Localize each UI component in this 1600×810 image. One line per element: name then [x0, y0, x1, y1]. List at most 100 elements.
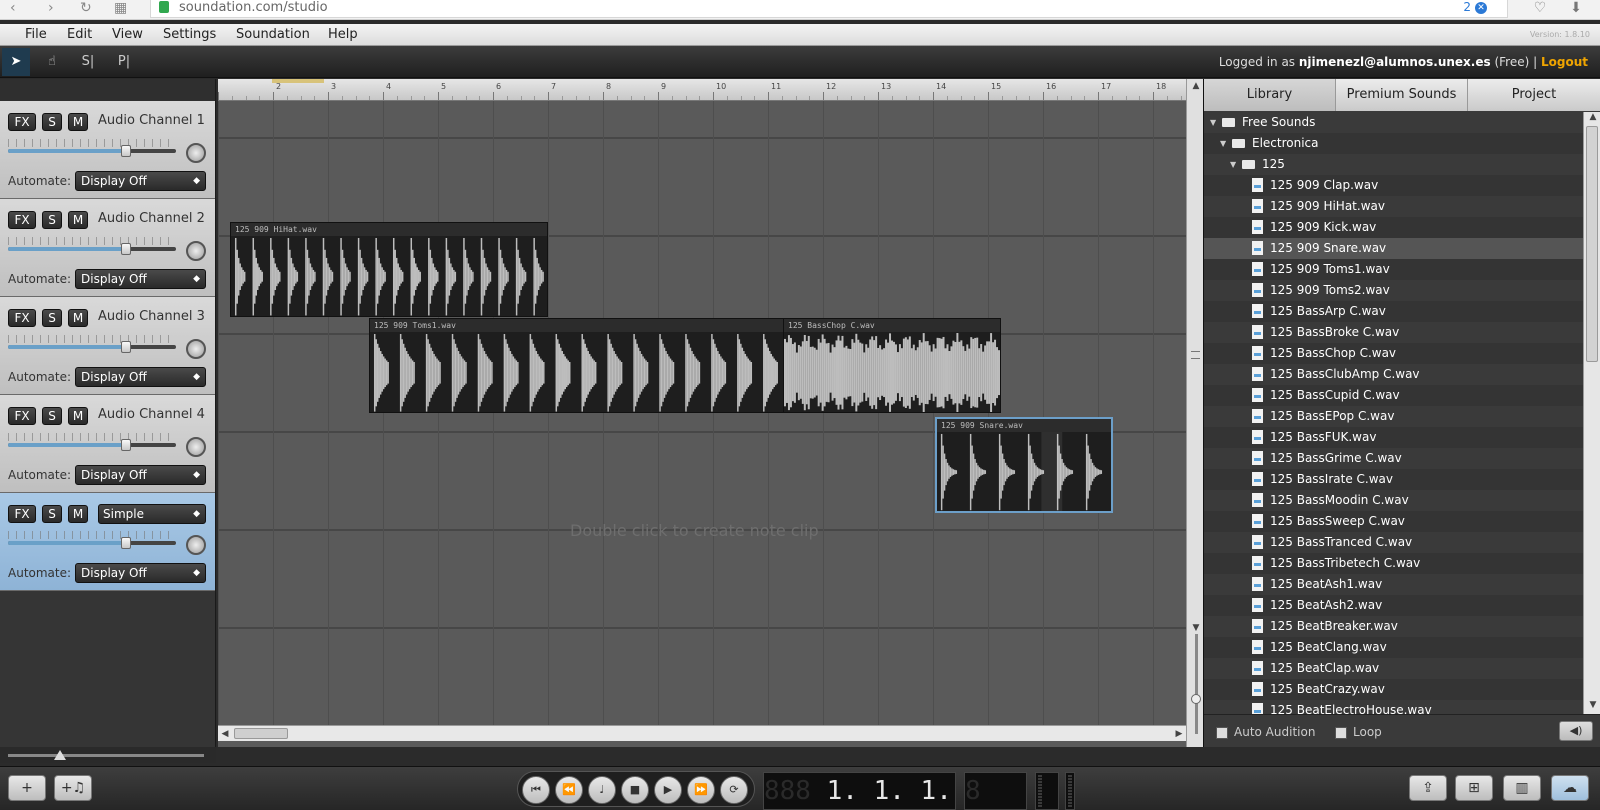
play-icon[interactable]: ▶ — [654, 776, 682, 804]
pan-knob-icon[interactable] — [186, 143, 206, 163]
library-file-item[interactable]: 125 BeatAsh2.wav — [1204, 595, 1583, 616]
bookmark-heart-icon[interactable]: ♡ — [1526, 0, 1554, 18]
address-bar[interactable]: soundation.com/studio 2 ✕ — [150, 0, 1508, 18]
channel-row[interactable]: FX S M Audio Channel 1 Automate: Display… — [0, 101, 215, 199]
menu-help[interactable]: Help — [328, 27, 358, 42]
download-icon[interactable]: ⬇ — [1562, 0, 1590, 18]
instrument-select[interactable]: Simple ◆ — [98, 504, 206, 524]
channel-name[interactable]: Audio Channel 2 — [98, 211, 205, 226]
channel-row[interactable]: FX S M Audio Channel 2 Automate: Display… — [0, 199, 215, 297]
fast-forward-icon[interactable]: ⏩ — [687, 776, 715, 804]
scroll-thumb[interactable] — [234, 728, 288, 739]
solo-button[interactable]: S — [42, 505, 62, 523]
library-file-item[interactable]: 125 BeatElectroHouse.wav — [1204, 700, 1583, 714]
pan-knob-icon[interactable] — [186, 437, 206, 457]
library-file-item[interactable]: 125 BeatBreaker.wav — [1204, 616, 1583, 637]
mute-button[interactable]: M — [68, 407, 88, 425]
fx-button[interactable]: FX — [8, 309, 36, 327]
track-area[interactable]: 125 909 HiHat.wav 125 909 Toms1.wav 125 … — [218, 101, 1186, 725]
volume-slider[interactable] — [8, 149, 176, 153]
library-file-item[interactable]: 125 909 Clap.wav — [1204, 175, 1583, 196]
library-file-item[interactable]: 125 BassFUK.wav — [1204, 427, 1583, 448]
add-instrument-button[interactable]: +♫ — [54, 775, 92, 801]
automate-select[interactable]: Display Off ◆ — [75, 171, 206, 191]
solo-button[interactable]: S — [42, 211, 62, 229]
rewind-icon[interactable]: ⏪ — [555, 776, 583, 804]
track-height-slider[interactable] — [1191, 634, 1201, 734]
library-file-item[interactable]: 125 BeatAsh1.wav — [1204, 574, 1583, 595]
library-file-item[interactable]: 125 BeatClap.wav — [1204, 658, 1583, 679]
mute-button[interactable]: M — [68, 113, 88, 131]
menu-view[interactable]: View — [112, 27, 143, 42]
fx-button[interactable]: FX — [8, 407, 36, 425]
library-file-item[interactable]: 125 BeatClang.wav — [1204, 637, 1583, 658]
reload-icon[interactable]: ↻ — [80, 0, 92, 16]
scroll-right-icon[interactable]: ▶ — [1172, 726, 1186, 742]
height-thumb[interactable] — [1191, 694, 1201, 704]
audio-clip[interactable]: 125 909 HiHat.wav — [230, 222, 548, 317]
volume-thumb[interactable] — [120, 341, 131, 353]
expand-caret-icon[interactable]: ▼ — [1220, 133, 1226, 154]
library-file-item[interactable]: 125 BassChop C.wav — [1204, 343, 1583, 364]
library-file-item[interactable]: 125 BassTranced C.wav — [1204, 532, 1583, 553]
extension-icon[interactable]: ✕ — [1475, 2, 1487, 14]
mute-button[interactable]: M — [68, 309, 88, 327]
keyboard-icon[interactable]: ▥ — [1503, 775, 1541, 801]
hand-tool-icon[interactable]: ☝ — [38, 48, 66, 76]
volume-thumb[interactable] — [120, 145, 131, 157]
library-file-item[interactable]: 125 BassIrate C.wav — [1204, 469, 1583, 490]
channel-name[interactable]: Audio Channel 4 — [98, 407, 205, 422]
library-file-item[interactable]: 125 BassSweep C.wav — [1204, 511, 1583, 532]
menu-soundation[interactable]: Soundation — [236, 27, 310, 42]
automate-select[interactable]: Display Off ◆ — [75, 563, 206, 583]
automate-select[interactable]: Display Off ◆ — [75, 465, 206, 485]
solo-button[interactable]: S — [42, 407, 62, 425]
menu-settings[interactable]: Settings — [163, 27, 216, 42]
scroll-left-icon[interactable]: ◀ — [218, 726, 232, 742]
fx-button[interactable]: FX — [8, 505, 36, 523]
loop-checkbox[interactable] — [1335, 727, 1347, 739]
scroll-grip-icon[interactable] — [1191, 351, 1200, 359]
menu-file[interactable]: File — [25, 27, 47, 42]
channel-row[interactable]: FX S M Simple ◆ Automate: Display Off ◆ — [0, 493, 215, 591]
paste-tool-icon[interactable]: P| — [110, 48, 138, 76]
stop-icon[interactable]: ■ — [621, 776, 649, 804]
metronome-icon[interactable]: ♩ — [588, 776, 616, 804]
volume-slider[interactable] — [8, 247, 176, 251]
audio-clip[interactable]: 125 909 Toms1.wav — [369, 318, 786, 413]
apps-grid-icon[interactable]: ▦ — [114, 0, 127, 16]
tempo-display[interactable]: 8 125 — [964, 772, 1027, 810]
add-channel-button[interactable]: + — [8, 775, 46, 801]
channel-row[interactable]: FX S M Audio Channel 4 Automate: Display… — [0, 395, 215, 493]
pointer-tool-icon[interactable]: ➤ — [2, 48, 30, 76]
volume-thumb[interactable] — [120, 243, 131, 255]
cloud-icon[interactable]: ☁ — [1551, 775, 1589, 801]
midi-icon[interactable]: ⊞ — [1455, 775, 1493, 801]
loop-toggle-icon[interactable]: ⟳ — [720, 776, 748, 804]
scroll-thumb[interactable] — [1586, 126, 1598, 362]
fx-button[interactable]: FX — [8, 211, 36, 229]
tab-project[interactable]: Project — [1468, 79, 1600, 111]
audio-clip-selected[interactable]: 125 909 Snare.wav — [935, 417, 1113, 513]
channel-zoom-slider[interactable] — [0, 747, 216, 763]
solo-button[interactable]: S — [42, 309, 62, 327]
share-icon[interactable]: ⇪ — [1409, 775, 1447, 801]
forward-icon[interactable]: › — [48, 0, 54, 16]
volume-slider[interactable] — [8, 541, 176, 545]
channel-name[interactable]: Audio Channel 1 — [98, 113, 205, 128]
library-file-item[interactable]: 125 BassTribetech C.wav — [1204, 553, 1583, 574]
channel-row[interactable]: FX S M Audio Channel 3 Automate: Display… — [0, 297, 215, 395]
url-text[interactable]: soundation.com/studio — [179, 0, 328, 15]
rewind-to-start-icon[interactable]: ⏮ — [522, 776, 550, 804]
volume-thumb[interactable] — [120, 439, 131, 451]
library-file-item[interactable]: 125 BassEPop C.wav — [1204, 406, 1583, 427]
menu-edit[interactable]: Edit — [67, 27, 92, 42]
pan-knob-icon[interactable] — [186, 339, 206, 359]
library-file-item[interactable]: 125 BeatCrazy.wav — [1204, 679, 1583, 700]
library-file-item[interactable]: 125 909 Snare.wav — [1204, 238, 1583, 259]
vertical-scrollbar[interactable]: ▲ ▼ — [1186, 79, 1204, 747]
expand-caret-icon[interactable]: ▼ — [1230, 154, 1236, 175]
fx-button[interactable]: FX — [8, 113, 36, 131]
timeline-ruler[interactable]: 2345678910111213141516171819 — [218, 79, 1186, 101]
volume-slider[interactable] — [8, 443, 176, 447]
